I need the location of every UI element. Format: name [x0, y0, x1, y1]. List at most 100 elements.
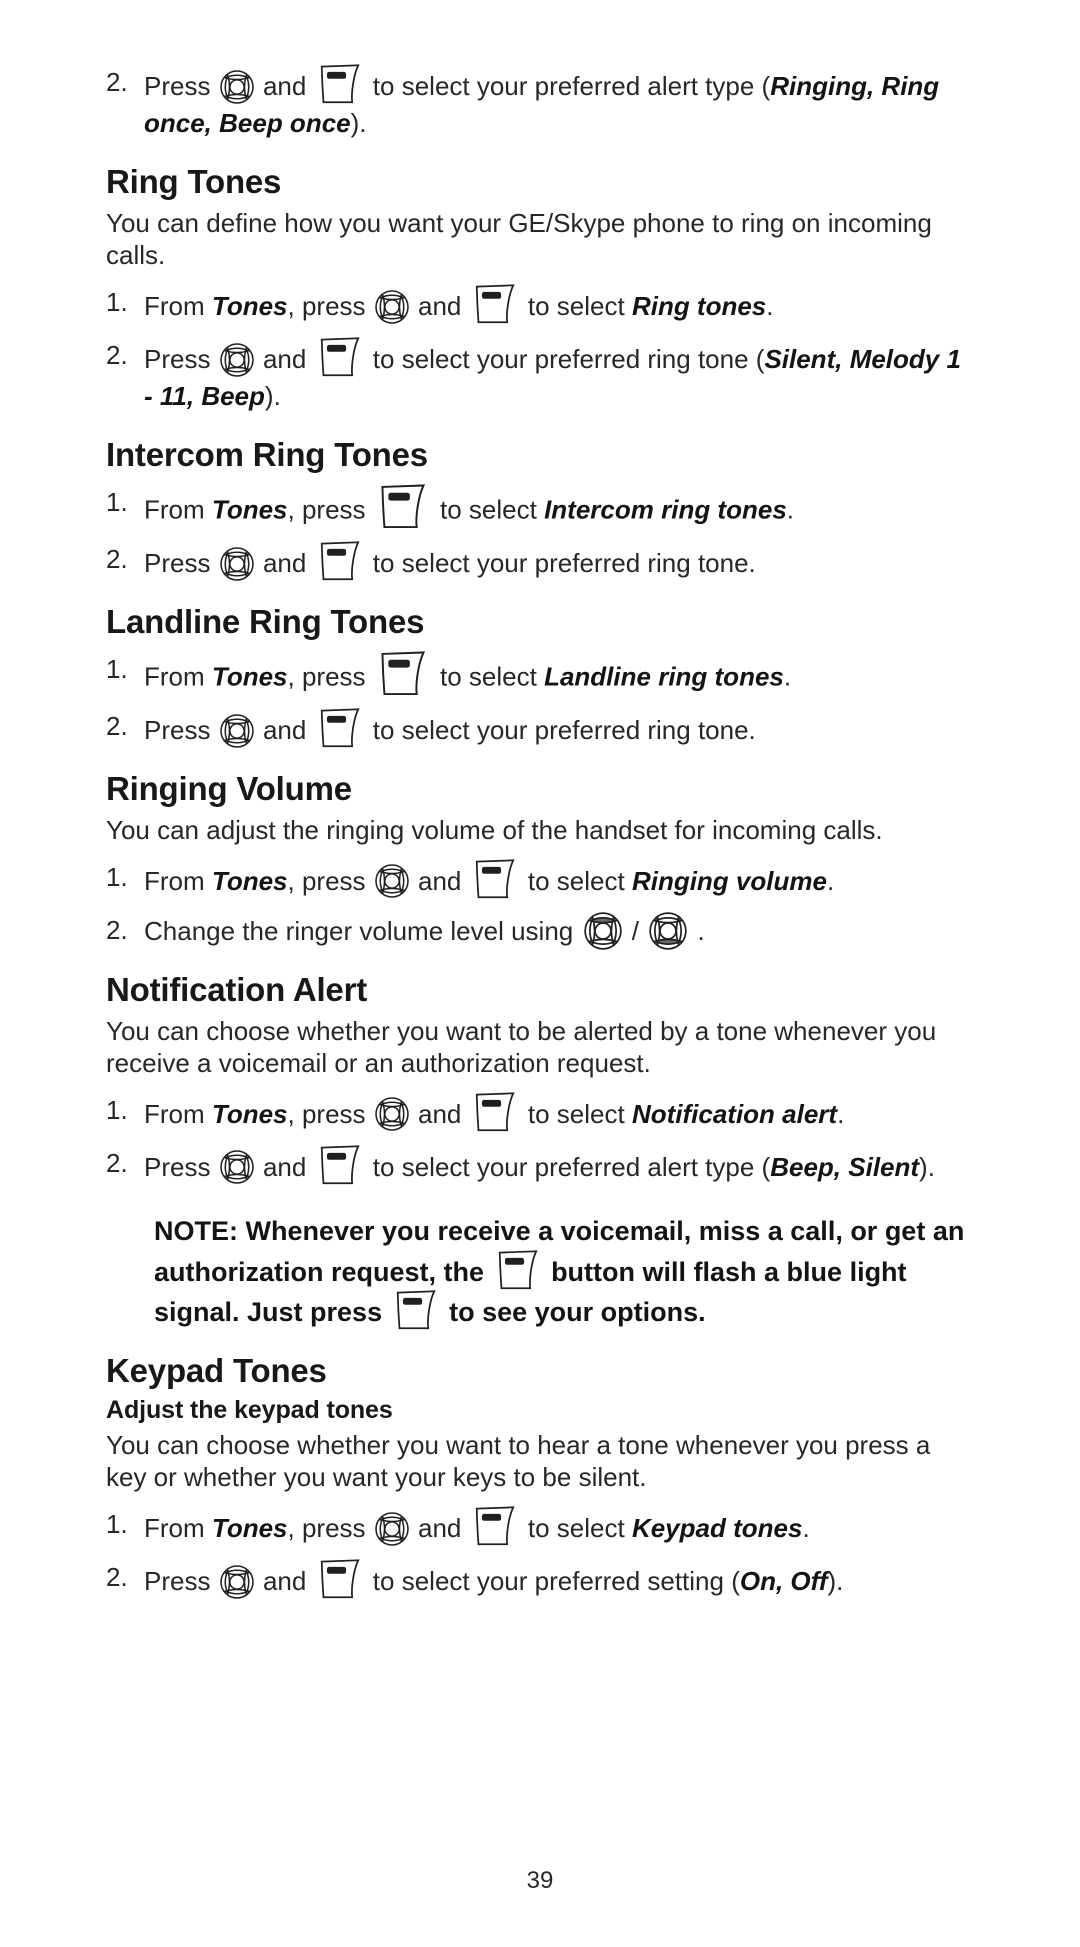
- step-text: , press: [287, 661, 366, 692]
- navigation-key-icon: [220, 70, 254, 104]
- step-text: to select: [527, 1512, 625, 1543]
- step-text: , press: [287, 291, 366, 322]
- soft-key-icon: [393, 1290, 439, 1330]
- option-value: Ringing,: [770, 71, 875, 102]
- step-text: , press: [287, 494, 366, 525]
- heading-intercom-ring-tones: Intercom Ring Tones: [106, 436, 428, 473]
- step-text: , press: [287, 865, 366, 896]
- step-number: 1.: [106, 653, 128, 684]
- navigation-key-icon: [375, 864, 409, 898]
- step-text: .: [837, 1098, 845, 1129]
- step-text: , press: [287, 1512, 366, 1543]
- step-text: ).: [919, 1151, 935, 1182]
- step-alert-type-top: 2. Press and to select your preferred ale…: [106, 64, 974, 142]
- manual-page: 2. Press and to select your preferred ale…: [0, 0, 1080, 1947]
- step-text: , press: [287, 1098, 366, 1129]
- step-notification-2: 2. Press and to select your preferred ale…: [106, 1145, 974, 1186]
- step-number: 2.: [106, 67, 128, 97]
- step-number: 2.: [106, 340, 128, 371]
- step-number: 2.: [106, 710, 128, 741]
- navigation-key-icon: [375, 1512, 409, 1546]
- step-text: and: [418, 1512, 462, 1543]
- step-landline-2: 2. Press and to select your preferred rin…: [106, 708, 974, 749]
- option-value: On, Off: [739, 1566, 828, 1597]
- soft-key-icon: [377, 651, 429, 696]
- navigation-key-icon: [220, 547, 254, 581]
- step-text: to select: [527, 865, 625, 896]
- step-number: 1.: [106, 486, 128, 517]
- step-number: 1.: [106, 1508, 128, 1539]
- navigation-key-icon: [220, 1150, 254, 1184]
- notification-alert-intro: You can choose whether you want to be al…: [106, 1015, 937, 1079]
- step-number: 1.: [106, 861, 128, 892]
- step-number: 2.: [106, 1147, 128, 1178]
- step-landline-1: 1. From Tones, press to select Landline r…: [106, 651, 974, 696]
- navigation-key-icon: [375, 290, 409, 324]
- step-text: to select: [527, 1098, 625, 1129]
- step-text: ).: [827, 1566, 844, 1597]
- navigation-key-icon: [220, 343, 254, 377]
- soft-key-icon: [495, 1250, 541, 1290]
- step-text: Press: [144, 1151, 211, 1182]
- step-intercom-2: 2. Press and to select your preferred rin…: [106, 541, 974, 582]
- step-keypad-2: 2. Press and to select your preferred set…: [106, 1559, 974, 1600]
- keypad-tones-intro: You can choose whether you want to hear …: [106, 1429, 931, 1493]
- ringing-volume-intro: You can adjust the ringing volume of the…: [106, 815, 883, 846]
- step-text: to select: [527, 291, 625, 322]
- step-intercom-1: 1. From Tones, press to select Intercom r…: [106, 484, 974, 529]
- step-text: .: [783, 661, 792, 692]
- step-text: .: [786, 494, 795, 525]
- separator: /: [631, 915, 639, 946]
- step-text: Press: [144, 1566, 211, 1597]
- step-number: 2.: [106, 1561, 128, 1592]
- step-text: From: [144, 494, 205, 525]
- step-text: to select your preferred setting (: [372, 1566, 740, 1597]
- soft-key-icon: [317, 337, 363, 377]
- step-text: Press: [144, 71, 211, 102]
- navigation-key-icon: [220, 1565, 254, 1599]
- step-ringing-volume-1: 1. From Tones, press and to select Ringin…: [106, 859, 974, 900]
- step-number: 2.: [106, 543, 128, 574]
- step-text: From: [144, 1512, 205, 1543]
- navigation-key-icon: [220, 714, 254, 748]
- step-text: Press: [144, 344, 211, 375]
- option-value: Beep,: [770, 1151, 842, 1182]
- soft-key-icon: [317, 1145, 363, 1185]
- step-text: ).: [350, 108, 367, 139]
- step-text: .: [826, 865, 835, 896]
- step-ringing-volume-2: 2. Change the ringer volume level using /…: [106, 912, 974, 950]
- option-value: Silent: [848, 1151, 920, 1182]
- heading-notification-alert: Notification Alert: [106, 970, 368, 1008]
- step-text: and: [418, 1098, 462, 1129]
- step-text: and: [262, 71, 307, 102]
- step-text: .: [697, 915, 705, 946]
- menu-name: Tones: [211, 865, 288, 896]
- step-text: and: [262, 1566, 307, 1597]
- menu-name: Tones: [211, 1512, 288, 1543]
- step-text: From: [144, 865, 205, 896]
- heading-ringing-volume: Ringing Volume: [106, 770, 352, 808]
- soft-key-icon: [317, 541, 363, 581]
- step-text: to select your preferred alert type (: [372, 71, 771, 102]
- heading-landline-ring-tones: Landline Ring Tones: [106, 603, 425, 641]
- step-text: .: [802, 1512, 810, 1543]
- navigation-key-down-icon: [649, 912, 687, 950]
- step-number: 1.: [106, 286, 128, 317]
- heading-ring-tones: Ring Tones: [106, 162, 282, 200]
- subheading-adjust-keypad-tones: Adjust the keypad tones: [106, 1396, 393, 1425]
- page-content: 2. Press and to select your preferred ale…: [106, 52, 974, 1608]
- step-text: to select your preferred alert type (: [372, 1151, 771, 1182]
- navigation-key-up-icon: [584, 912, 622, 950]
- menu-name: Tones: [211, 291, 288, 322]
- menu-name: Tones: [211, 661, 288, 692]
- soft-key-icon: [377, 484, 429, 529]
- step-text: and: [418, 865, 462, 896]
- menu-name: Tones: [211, 1098, 288, 1129]
- step-text: to select: [440, 494, 537, 525]
- note-text: to see your options.: [449, 1297, 706, 1328]
- menu-item: Ring tones: [631, 291, 767, 322]
- menu-item: Keypad tones: [631, 1512, 803, 1543]
- step-text: to select your preferred ring tone.: [372, 715, 756, 746]
- step-text: From: [144, 291, 205, 322]
- step-text: and: [262, 548, 307, 579]
